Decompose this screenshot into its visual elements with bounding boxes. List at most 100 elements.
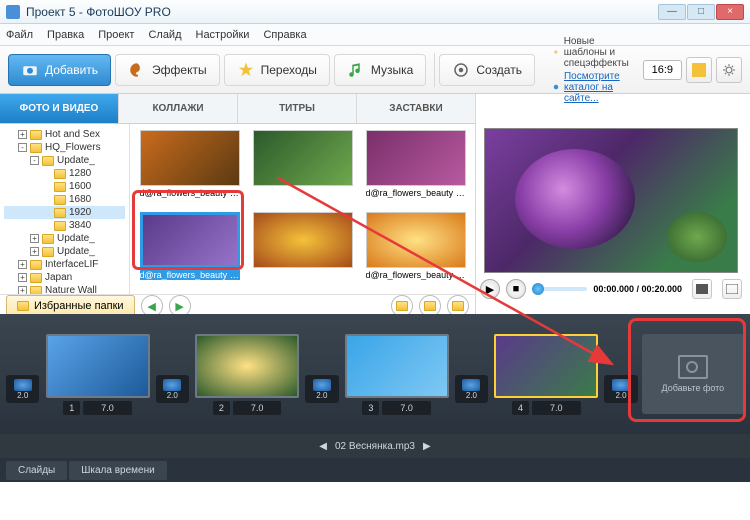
slide-duration[interactable]: 7.0 <box>382 401 431 415</box>
transition-slot[interactable]: 2.0 <box>305 375 338 403</box>
star-icon <box>237 61 255 79</box>
expand-icon[interactable]: + <box>18 286 27 294</box>
create-button[interactable]: Создать <box>439 54 535 86</box>
expand-icon[interactable]: - <box>18 143 27 152</box>
transition-slot[interactable]: 2.0 <box>6 375 39 403</box>
expand-icon[interactable]: + <box>18 273 27 282</box>
folder-icon <box>54 169 66 179</box>
globe-icon <box>553 81 559 93</box>
tree-label: 1680 <box>69 194 91 205</box>
thumbnail[interactable] <box>249 212 356 288</box>
transition-dur: 2.0 <box>615 391 626 400</box>
folder-icon <box>17 301 29 311</box>
view-timeline-button[interactable]: Шкала времени <box>69 461 166 480</box>
tree-node[interactable]: 1600 <box>4 180 125 193</box>
tree-node[interactable]: -HQ_Flowers <box>4 141 125 154</box>
thumbnail[interactable]: d@ra_flowers_beauty (45... <box>362 130 469 206</box>
menu-help[interactable]: Справка <box>263 29 306 41</box>
audio-track-label: 02 Веснянка.mp3 <box>335 441 415 452</box>
slide-duration[interactable]: 7.0 <box>233 401 282 415</box>
tree-node[interactable]: 1680 <box>4 193 125 206</box>
timeline-slide[interactable]: 27.0 <box>193 334 301 415</box>
tree-node[interactable]: + InterfaceLIF <box>4 258 125 271</box>
transition-slot[interactable]: 2.0 <box>604 375 637 403</box>
music-icon <box>347 61 365 79</box>
prev-track-icon[interactable]: ◀ <box>319 441 327 452</box>
tree-node[interactable]: +Update_ <box>4 245 125 258</box>
thumbnail[interactable]: d@ra_flowers_beauty (33... <box>136 130 243 206</box>
stop-button[interactable]: ■ <box>506 279 526 299</box>
timeline-slide[interactable]: 17.0 <box>43 334 151 415</box>
minimize-button[interactable]: — <box>658 4 686 20</box>
folder-icon <box>54 182 66 192</box>
next-track-icon[interactable]: ▶ <box>423 441 431 452</box>
tab-splash[interactable]: ЗАСТАВКИ <box>357 94 476 123</box>
fullscreen-button[interactable] <box>722 279 742 299</box>
expand-icon[interactable]: + <box>30 234 39 243</box>
snapshot-button[interactable] <box>692 279 712 299</box>
file-browser: +Hot and Sex-HQ_Flowers-Update_128016001… <box>0 124 475 294</box>
timeline-slide[interactable]: 37.0 <box>343 334 451 415</box>
thumbnail[interactable] <box>249 130 356 206</box>
slide-index: 3 <box>362 401 379 415</box>
tree-label: 1920 <box>69 207 91 218</box>
folder-icon <box>30 260 42 270</box>
folder-icon <box>30 286 42 295</box>
tab-photo-video[interactable]: ФОТО И ВИДЕО <box>0 94 119 123</box>
tree-node[interactable]: +Japan <box>4 271 125 284</box>
thumbnail-caption: d@ra_flowers_beauty (47... <box>366 270 466 280</box>
menu-slide[interactable]: Слайд <box>148 29 181 41</box>
transitions-button[interactable]: Переходы <box>224 54 330 86</box>
add-button[interactable]: Добавить <box>8 54 111 86</box>
thumbnail-grid[interactable]: d@ra_flowers_beauty (33...d@ra_flowers_b… <box>130 124 475 294</box>
tree-node[interactable]: 3840 <box>4 219 125 232</box>
slide-duration[interactable]: 7.0 <box>532 401 581 415</box>
expand-icon[interactable]: + <box>30 247 39 256</box>
preview-canvas <box>484 128 738 273</box>
tab-titles[interactable]: ТИТРЫ <box>238 94 357 123</box>
music-button[interactable]: Музыка <box>334 54 426 86</box>
photo-placeholder-icon <box>678 355 708 379</box>
thumbnail[interactable]: d@ra_flowers_beauty (47... <box>362 212 469 288</box>
menu-edit[interactable]: Правка <box>47 29 84 41</box>
add-photo-slot[interactable]: Добавьте фото <box>642 334 744 414</box>
tree-node[interactable]: +Nature Wall <box>4 284 125 294</box>
progress-slider[interactable] <box>532 287 587 291</box>
tree-node[interactable]: -Update_ <box>4 154 125 167</box>
expand-icon[interactable]: + <box>18 130 27 139</box>
slide-duration[interactable]: 7.0 <box>83 401 132 415</box>
settings-gear-button[interactable] <box>716 57 742 83</box>
tree-label: InterfaceLIF <box>45 259 98 270</box>
preview-panel: ▶ ■ 00:00.000 / 00:20.000 <box>476 128 746 314</box>
maximize-button[interactable]: □ <box>687 4 715 20</box>
flower-art <box>515 149 635 249</box>
expand-icon[interactable]: + <box>18 260 27 269</box>
thumbnail[interactable]: d@ra_flowers_beauty (46... <box>136 212 243 288</box>
timeline-slide[interactable]: 47.0 <box>492 334 600 415</box>
tree-node[interactable]: +Hot and Sex <box>4 128 125 141</box>
view-slides-button[interactable]: Слайды <box>6 461 67 480</box>
timecode: 00:00.000 / 00:20.000 <box>593 284 682 294</box>
close-button[interactable]: × <box>716 4 744 20</box>
promo-link[interactable]: Посмотрите каталог на сайте... <box>564 71 637 104</box>
timeline[interactable]: 2.017.02.027.02.037.02.047.02.0Добавьте … <box>0 314 750 434</box>
transition-slot[interactable]: 2.0 <box>156 375 189 403</box>
play-button[interactable]: ▶ <box>480 279 500 299</box>
aspect-ratio[interactable]: 16:9 <box>643 60 682 80</box>
tree-node[interactable]: 1280 <box>4 167 125 180</box>
tree-node[interactable]: +Update_ <box>4 232 125 245</box>
content-tabs: ФОТО И ВИДЕО КОЛЛАЖИ ТИТРЫ ЗАСТАВКИ <box>0 94 476 124</box>
menu-project[interactable]: Проект <box>98 29 134 41</box>
folder-tree[interactable]: +Hot and Sex-HQ_Flowers-Update_128016001… <box>0 124 130 294</box>
effects-button[interactable]: Эффекты <box>115 54 220 86</box>
star-bullet-icon <box>553 46 559 58</box>
menu-file[interactable]: Файл <box>6 29 33 41</box>
expand-icon[interactable]: - <box>30 156 39 165</box>
audio-track-bar[interactable]: ◀ 02 Веснянка.mp3 ▶ <box>0 434 750 458</box>
tree-node[interactable]: 1920 <box>4 206 125 219</box>
transition-slot[interactable]: 2.0 <box>455 375 488 403</box>
menu-settings[interactable]: Настройки <box>196 29 250 41</box>
bg-color-button[interactable] <box>686 57 712 83</box>
tab-collages[interactable]: КОЛЛАЖИ <box>119 94 238 123</box>
camera-icon <box>696 284 708 294</box>
